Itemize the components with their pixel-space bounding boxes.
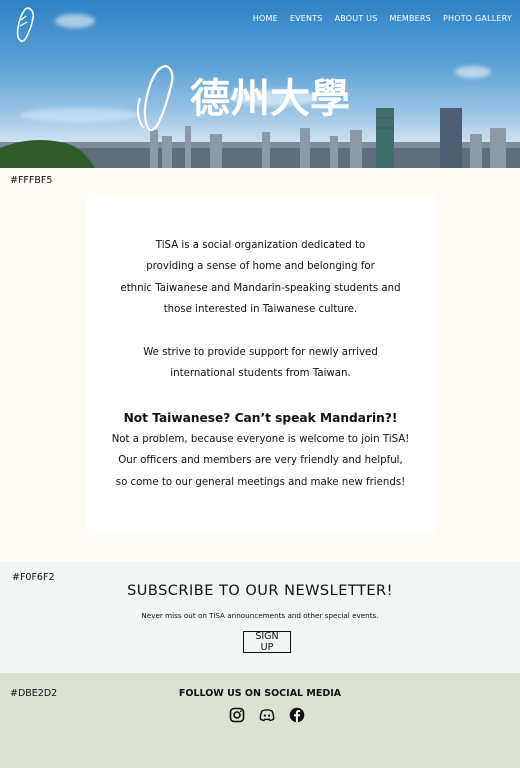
newsletter-title: SUBSCRIBE TO OUR NEWSLETTER! xyxy=(127,583,393,599)
main-nav: HOME EVENTS ABOUT US MEMBERS PHOTO GALLE… xyxy=(253,14,512,23)
intro-paragraph-3: Not Taiwanese? Can’t speak Mandarin?! No… xyxy=(86,407,435,493)
intro-question: Not Taiwanese? Can’t speak Mandarin?! xyxy=(123,411,398,425)
nav-about-us[interactable]: ABOUT US xyxy=(335,14,378,23)
nav-events[interactable]: EVENTS xyxy=(290,14,323,23)
text-line: so come to our general meetings and make… xyxy=(115,476,406,488)
nav-photo-gallery[interactable]: PHOTO GALLERY xyxy=(443,14,512,23)
hero-title-graphic: 德州大學 xyxy=(136,64,350,132)
intro-section: #FFFBF5 TiSA is a social organization de… xyxy=(0,168,520,562)
newsletter-color-swatch: #F0F6F2 xyxy=(12,572,55,583)
nav-members[interactable]: MEMBERS xyxy=(390,14,431,23)
newsletter-section: #F0F6F2 SUBSCRIBE TO OUR NEWSLETTER! Nev… xyxy=(0,562,520,673)
text-line: international students from Taiwan. xyxy=(170,368,351,380)
nav-home[interactable]: HOME xyxy=(253,14,278,23)
social-icons xyxy=(229,707,305,723)
text-line: ethnic Taiwanese and Mandarin-speaking s… xyxy=(120,282,401,294)
discord-icon[interactable] xyxy=(259,707,275,723)
newsletter-subtitle: Never miss out on TiSA announcements and… xyxy=(141,611,379,620)
facebook-icon[interactable] xyxy=(289,707,305,723)
cloud xyxy=(55,14,95,28)
intro-paragraph-2: We strive to provide support for newly a… xyxy=(86,342,435,385)
intro-paragraph-1: TiSA is a social organization dedicated … xyxy=(86,235,435,320)
hero-banner: HOME EVENTS ABOUT US MEMBERS PHOTO GALLE… xyxy=(0,0,520,168)
text-line: Our officers and members are very friend… xyxy=(118,455,403,467)
intro-card: TiSA is a social organization dedicated … xyxy=(86,195,435,533)
text-line: those interested in Taiwanese culture. xyxy=(163,303,358,315)
text-line: providing a sense of home and belonging … xyxy=(146,261,375,273)
social-section: #DBE2D2 FOLLOW US ON SOCIAL MEDIA xyxy=(0,673,520,768)
hero-title-text: 德州大學 xyxy=(190,75,350,122)
taiwan-logo-icon[interactable] xyxy=(12,6,38,44)
sign-up-button[interactable]: SIGN UP xyxy=(243,631,291,653)
social-title: FOLLOW US ON SOCIAL MEDIA xyxy=(178,688,342,699)
text-line: TiSA is a social organization dedicated … xyxy=(155,240,366,251)
intro-color-swatch: #FFFBF5 xyxy=(10,175,53,186)
text-line: We strive to provide support for newly a… xyxy=(143,347,378,358)
text-line: Not a problem, because everyone is welco… xyxy=(111,434,410,445)
cloud xyxy=(455,66,491,78)
instagram-icon[interactable] xyxy=(229,707,245,723)
